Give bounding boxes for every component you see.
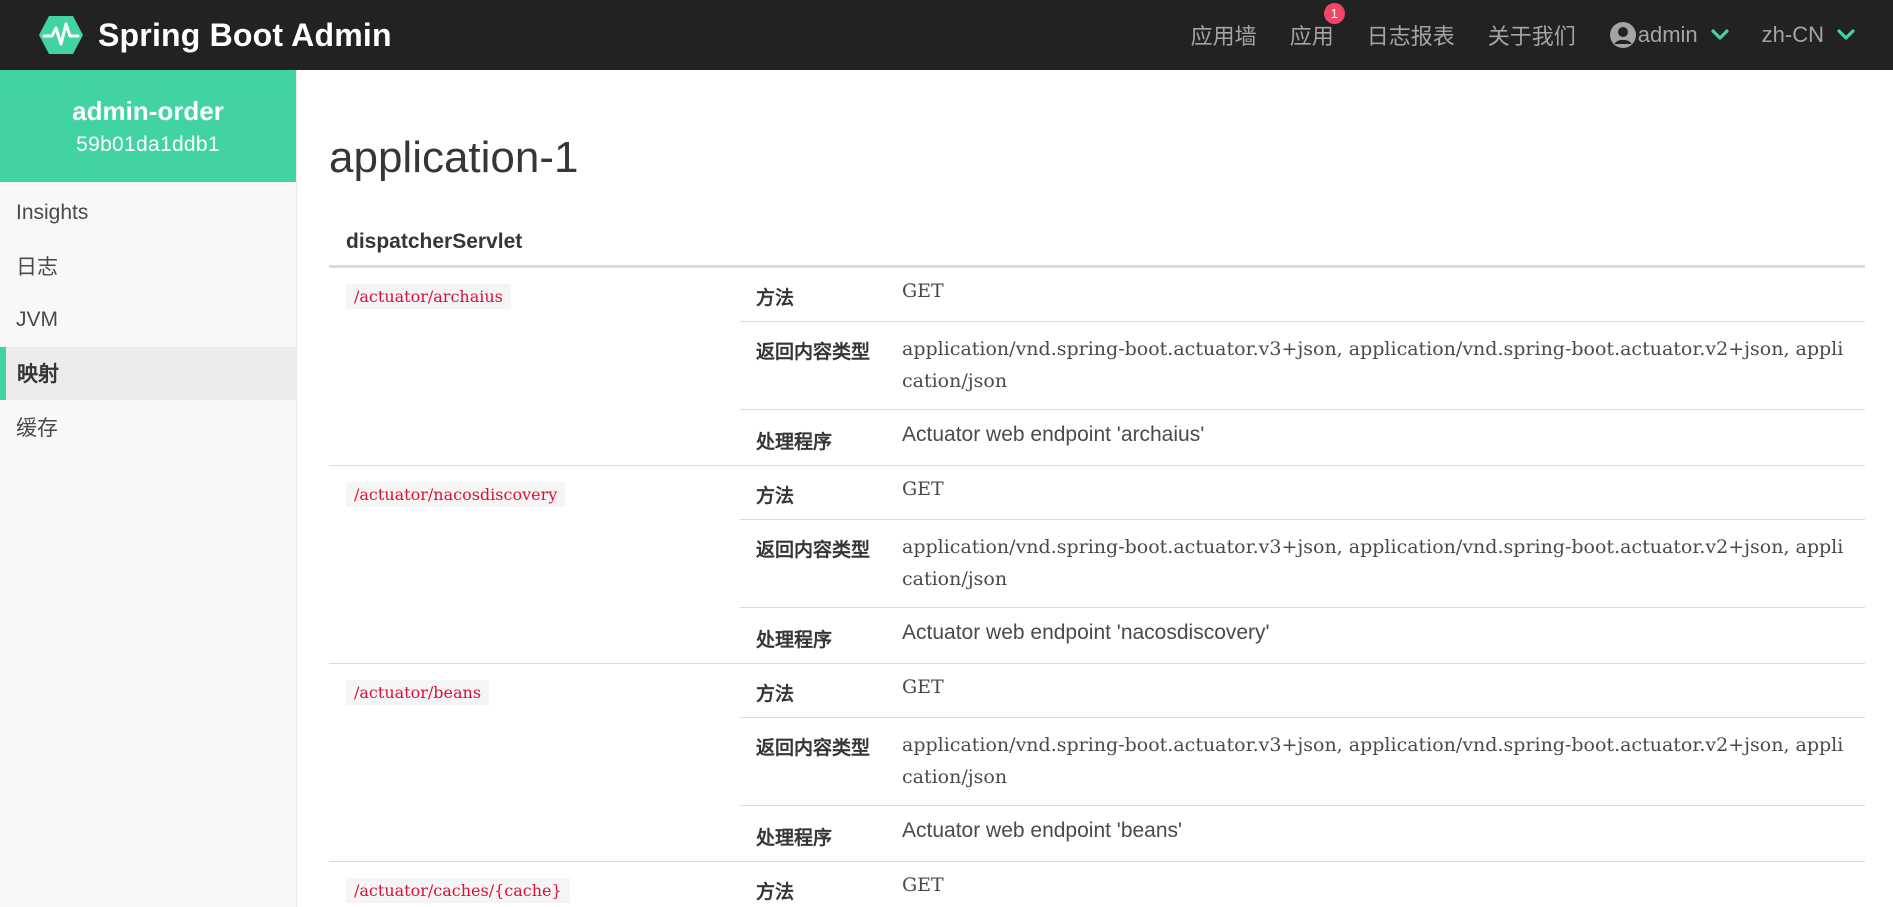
- chevron-down-icon: [1711, 29, 1729, 40]
- mapping-pattern: /actuator/caches/{cache}: [346, 878, 570, 903]
- instance-id: 59b01da1ddb1: [76, 132, 220, 156]
- mapping-pattern: /actuator/beans: [346, 680, 490, 705]
- handler-label: 处理程序: [756, 828, 833, 849]
- language-label: zh-CN: [1761, 22, 1824, 47]
- detail-row-method: 方法 GET: [740, 268, 1865, 322]
- nav-item-label: 关于我们: [1487, 24, 1576, 49]
- handler-value: Actuator web endpoint 'archaius': [902, 423, 1205, 446]
- produces-value: application/vnd.spring-boot.actuator.v3+…: [902, 536, 1844, 590]
- produces-label: 返回内容类型: [756, 342, 871, 363]
- nav-item-log-reports[interactable]: 日志报表: [1367, 19, 1455, 51]
- instance-name: admin-order: [72, 95, 224, 126]
- heartbeat-hexagon-icon: [39, 16, 83, 54]
- sidebar-item-jvm[interactable]: JVM: [0, 293, 296, 347]
- detail-row-method: 方法 GET: [740, 664, 1865, 718]
- nav-item-label: 应用墙: [1190, 24, 1257, 49]
- produces-label: 返回内容类型: [756, 540, 871, 561]
- mapping-pattern: /actuator/nacosdiscovery: [346, 482, 566, 507]
- method-value: GET: [902, 874, 944, 896]
- detail-row-method: 方法 GET: [740, 862, 1865, 907]
- detail-row-method: 方法 GET: [740, 466, 1865, 520]
- sidebar-item-caches[interactable]: 缓存: [0, 400, 296, 454]
- nav-item-label: 日志报表: [1366, 24, 1455, 49]
- produces-label: 返回内容类型: [756, 738, 871, 759]
- detail-row-produces: 返回内容类型 application/vnd.spring-boot.actua…: [740, 520, 1865, 608]
- sidebar-nav: Insights 日志 JVM 映射 缓存: [0, 182, 296, 454]
- user-circle-icon: [1609, 22, 1636, 48]
- method-label: 方法: [756, 486, 795, 507]
- user-menu[interactable]: admin: [1609, 21, 1729, 49]
- page-title: application-1: [329, 133, 579, 182]
- detail-row-produces: 返回内容类型 application/vnd.spring-boot.actua…: [740, 718, 1865, 806]
- nav-item-applications[interactable]: 应用 1: [1289, 3, 1345, 51]
- chevron-down-icon: [1837, 29, 1855, 40]
- method-label: 方法: [756, 882, 795, 903]
- method-label: 方法: [756, 288, 795, 309]
- detail-row-handler: 处理程序 Actuator web endpoint 'archaius': [740, 410, 1865, 465]
- sidebar-item-logs[interactable]: 日志: [0, 240, 296, 294]
- language-selector[interactable]: zh-CN: [1762, 22, 1855, 48]
- sidebar: admin-order 59b01da1ddb1 Insights 日志 JVM…: [0, 70, 297, 907]
- method-value: GET: [902, 478, 944, 500]
- section-title: dispatcherServlet: [329, 218, 1865, 268]
- navbar-menu: 应用墙 应用 1 日志报表 关于我们 admin zh-CN: [1191, 0, 1893, 70]
- brand-title: Spring Boot Admin: [98, 16, 392, 53]
- method-value: GET: [902, 676, 944, 698]
- handler-label: 处理程序: [756, 432, 833, 453]
- produces-value: application/vnd.spring-boot.actuator.v3+…: [902, 338, 1844, 392]
- nav-item-label: 应用: [1289, 24, 1334, 49]
- mapping-row: /actuator/beans 方法 GET 返回内容类型 applicatio…: [329, 664, 1865, 862]
- mapping-pattern: /actuator/archaius: [346, 284, 511, 309]
- detail-row-produces: 返回内容类型 application/vnd.spring-boot.actua…: [740, 322, 1865, 410]
- method-label: 方法: [756, 684, 795, 705]
- notification-badge: 1: [1323, 3, 1345, 24]
- mapping-row: /actuator/archaius 方法 GET 返回内容类型 applica…: [329, 268, 1865, 466]
- main-content: application-1 dispatcherServlet /actuato…: [297, 70, 1893, 907]
- mapping-row: /actuator/caches/{cache} 方法 GET: [329, 862, 1865, 907]
- method-value: GET: [902, 280, 944, 302]
- mappings-section: dispatcherServlet /actuator/archaius 方法 …: [329, 218, 1865, 907]
- top-navbar: Spring Boot Admin 应用墙 应用 1 日志报表 关于我们 adm…: [0, 0, 1893, 70]
- user-name: admin: [1637, 22, 1698, 47]
- instance-header: admin-order 59b01da1ddb1: [0, 70, 296, 182]
- sidebar-item-insights[interactable]: Insights: [0, 186, 296, 240]
- detail-row-handler: 处理程序 Actuator web endpoint 'nacosdiscove…: [740, 608, 1865, 663]
- detail-row-handler: 处理程序 Actuator web endpoint 'beans': [740, 806, 1865, 861]
- handler-label: 处理程序: [756, 630, 833, 651]
- sidebar-item-mappings[interactable]: 映射: [0, 346, 296, 400]
- nav-item-wallboard[interactable]: 应用墙: [1191, 19, 1257, 51]
- mapping-row: /actuator/nacosdiscovery 方法 GET 返回内容类型 a…: [329, 466, 1865, 664]
- handler-value: Actuator web endpoint 'beans': [902, 819, 1183, 842]
- handler-value: Actuator web endpoint 'nacosdiscovery': [902, 621, 1270, 644]
- brand-link[interactable]: Spring Boot Admin: [0, 0, 392, 70]
- produces-value: application/vnd.spring-boot.actuator.v3+…: [902, 734, 1844, 788]
- nav-item-about[interactable]: 关于我们: [1488, 19, 1576, 51]
